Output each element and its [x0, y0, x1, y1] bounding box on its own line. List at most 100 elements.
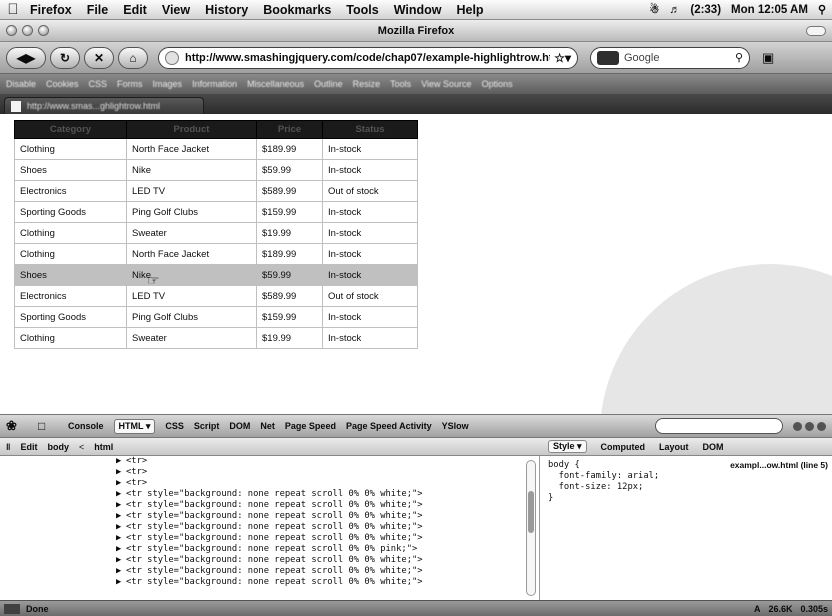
html-tree-node[interactable]: ▶ <tr style="background: none repeat scro… — [0, 533, 539, 544]
expand-triangle-icon[interactable]: ▶ — [116, 566, 126, 577]
tab-page-speed-activity[interactable]: Page Speed Activity — [346, 421, 432, 431]
menu-file[interactable]: File — [87, 3, 109, 17]
inspect-icon[interactable]: □ — [38, 419, 58, 433]
html-tree-text[interactable]: <tr style="background: none repeat scrol… — [126, 533, 423, 543]
clock[interactable]: Mon 12:05 AM — [731, 4, 808, 16]
apple-icon[interactable]:  — [6, 1, 20, 18]
menu-help[interactable]: Help — [456, 3, 483, 17]
html-tree-node[interactable]: ▶ <tr style="background: none repeat scro… — [0, 511, 539, 522]
search-placeholder[interactable]: Google — [624, 52, 735, 64]
css-rule-line[interactable]: font-family: arial; — [548, 471, 824, 482]
expand-triangle-icon[interactable]: ▶ — [116, 533, 126, 544]
table-row[interactable]: Electronics LED TV $589.99 Out of stock — [14, 180, 418, 202]
tab-console[interactable]: Console — [68, 421, 104, 431]
address-bar[interactable]: http://www.smashingjquery.com/code/chap0… — [158, 46, 578, 69]
html-tree-text[interactable]: <tr style="background: none repeat scrol… — [126, 500, 423, 510]
url-text[interactable]: http://www.smashingjquery.com/code/chap0… — [185, 52, 550, 64]
tab-html[interactable]: HTML ▾ — [113, 418, 156, 434]
menu-edit[interactable]: Edit — [123, 3, 147, 17]
html-tree-node[interactable]: ▶ <tr style="background: none repeat scro… — [0, 577, 539, 588]
dev-css[interactable]: CSS — [89, 79, 108, 89]
firebug-close-button[interactable] — [817, 421, 826, 431]
html-tree-text[interactable]: <tr style="background: none repeat scrol… — [126, 544, 417, 554]
spotlight-icon[interactable]: ⚲ — [818, 3, 826, 16]
html-tree-node[interactable]: ▶ <tr> — [0, 467, 539, 478]
dev-options[interactable]: Options — [482, 79, 513, 89]
table-row[interactable]: Clothing North Face Jacket $189.99 In-stock — [14, 243, 418, 265]
html-tree-node[interactable]: ▶ <tr style="background: none repeat scro… — [0, 489, 539, 500]
html-tree-node[interactable]: ▶ <tr style="background: none repeat scro… — [0, 555, 539, 566]
close-window-button[interactable] — [6, 25, 17, 36]
table-row[interactable]: Clothing Sweater $19.99 In-stock — [14, 222, 418, 244]
html-tree-node[interactable]: ▶ <tr style="background: none repeat scro… — [0, 500, 539, 511]
toolbar-toggle-button[interactable] — [806, 26, 826, 36]
expand-triangle-icon[interactable]: ▶ — [116, 478, 126, 489]
html-tree-text[interactable]: <tr> — [126, 478, 147, 488]
menu-window[interactable]: Window — [394, 3, 442, 17]
dev-tools[interactable]: Tools — [390, 79, 411, 89]
table-row[interactable]: Shoes Nike $59.99 In-stock — [14, 264, 418, 286]
dev-information[interactable]: Information — [192, 79, 237, 89]
stop-button[interactable]: ✕ — [84, 46, 114, 69]
css-rule-line[interactable]: font-size: 12px; — [548, 482, 824, 493]
expand-triangle-icon[interactable]: ▶ — [116, 500, 126, 511]
wifi-icon[interactable]: ☃ — [649, 3, 659, 16]
volume-icon[interactable]: ♬ — [669, 4, 680, 16]
table-row[interactable]: Sporting Goods Ping Golf Clubs $159.99 In-s… — [14, 306, 418, 328]
expand-triangle-icon[interactable]: ▶ — [116, 467, 126, 478]
expand-triangle-icon[interactable]: ▶ — [116, 511, 126, 522]
html-tree-text[interactable]: <tr style="background: none repeat scrol… — [126, 522, 423, 532]
menu-view[interactable]: View — [162, 3, 190, 17]
firebug-search-input[interactable] — [655, 418, 783, 434]
html-tree-node[interactable]: ▶ <tr style="background: none repeat scro… — [0, 566, 539, 577]
table-row[interactable]: Clothing North Face Jacket $189.99 In-stock — [14, 138, 418, 160]
html-tree-text[interactable]: <tr> — [126, 456, 147, 466]
dev-images[interactable]: Images — [153, 79, 183, 89]
search-icon[interactable]: ⚲ — [735, 51, 743, 64]
expand-triangle-icon[interactable]: ▶ — [116, 544, 126, 555]
tab-net[interactable]: Net — [260, 421, 275, 431]
expand-triangle-icon[interactable]: ▶ — [116, 456, 126, 467]
firebug-status-icon[interactable] — [4, 603, 20, 614]
dev-cookies[interactable]: Cookies — [46, 79, 79, 89]
html-panel-scrollbar[interactable] — [526, 460, 536, 596]
expand-triangle-icon[interactable]: ▶ — [116, 522, 126, 533]
dev-resize[interactable]: Resize — [353, 79, 381, 89]
tab-layout[interactable]: Layout — [659, 442, 689, 452]
search-bar[interactable]: Google ⚲ — [590, 46, 750, 69]
html-tree-text[interactable]: <tr style="background: none repeat scrol… — [126, 555, 423, 565]
tab-dom[interactable]: DOM — [229, 421, 250, 431]
menu-bookmarks[interactable]: Bookmarks — [263, 3, 331, 17]
bookmark-star-icon[interactable]: ☆▾ — [554, 51, 571, 65]
html-tree-text[interactable]: <tr style="background: none repeat scrol… — [126, 566, 423, 576]
style-source-link[interactable]: exampl...ow.html (line 5) — [730, 460, 828, 470]
search-engine-icon[interactable] — [597, 50, 619, 65]
dev-miscellaneous[interactable]: Miscellaneous — [247, 79, 304, 89]
tab-computed[interactable]: Computed — [601, 442, 646, 452]
breadcrumb-body[interactable]: body — [47, 442, 69, 452]
toolbar-extension-icon[interactable]: ▣ — [762, 50, 774, 66]
scrollbar-thumb[interactable] — [528, 491, 534, 533]
expand-triangle-icon[interactable]: ▶ — [116, 577, 126, 588]
dev-outline[interactable]: Outline — [314, 79, 343, 89]
tab-yslow[interactable]: YSlow — [442, 421, 469, 431]
table-row[interactable]: Clothing Sweater $19.99 In-stock — [14, 327, 418, 349]
tab-dom-side[interactable]: DOM — [703, 442, 724, 452]
menu-app-name[interactable]: Firefox — [30, 3, 72, 17]
yslow-grade[interactable]: A — [754, 604, 761, 614]
pause-icon[interactable]: ‖ — [6, 442, 10, 452]
tab-label[interactable]: http://www.smas...ghlightrow.html — [27, 101, 160, 111]
back-button[interactable]: ◀▶ — [6, 46, 46, 69]
html-tree-node[interactable]: ▶ <tr> — [0, 478, 539, 489]
zoom-window-button[interactable] — [38, 25, 49, 36]
tab-css[interactable]: CSS — [165, 421, 184, 431]
dev-disable[interactable]: Disable — [6, 79, 36, 89]
html-tree-text[interactable]: <tr style="background: none repeat scrol… — [126, 511, 423, 521]
tab-page-speed[interactable]: Page Speed — [285, 421, 336, 431]
menu-tools[interactable]: Tools — [346, 3, 378, 17]
firebug-detach-button[interactable] — [805, 421, 814, 431]
battery-status[interactable]: (2:33) — [690, 4, 721, 16]
html-tree-text[interactable]: <tr style="background: none repeat scrol… — [126, 489, 423, 499]
firebug-minimize-button[interactable] — [793, 421, 802, 431]
table-row[interactable]: Electronics LED TV $589.99 Out of stock — [14, 285, 418, 307]
